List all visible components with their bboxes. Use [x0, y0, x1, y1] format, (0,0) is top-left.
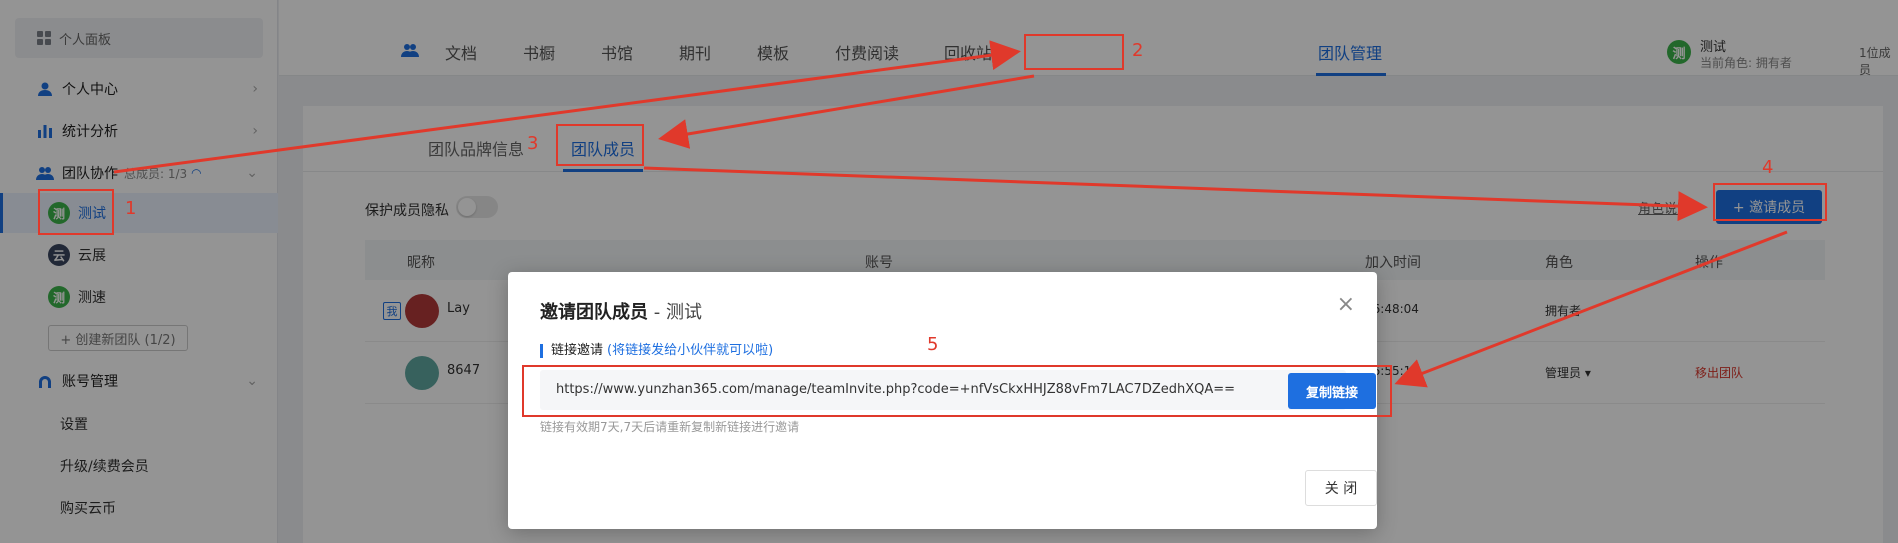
annotation-box-3	[556, 124, 644, 166]
link-invite-label: 链接邀请 (将链接发给小伙伴就可以啦)	[540, 344, 773, 358]
link-hint: (将链接发给小伙伴就可以啦)	[607, 343, 774, 358]
annotation-box-4	[1713, 183, 1827, 221]
annotation-number: 1	[125, 198, 137, 219]
annotation-number: 3	[527, 133, 539, 154]
close-button[interactable]: 关 闭	[1305, 470, 1377, 506]
annotation-box-5	[522, 365, 1392, 417]
annotation-box-2	[1024, 34, 1124, 70]
modal-title: 邀请团队成员 - 测试	[540, 302, 702, 323]
annotation-number: 2	[1132, 40, 1144, 61]
expiry-note: 链接有效期7天,7天后请重新复制新链接进行邀请	[540, 420, 800, 434]
annotation-box-1	[38, 189, 114, 235]
annotation-number: 4	[1762, 157, 1774, 178]
close-icon[interactable]: ×	[1337, 292, 1355, 317]
annotation-number: 5	[927, 334, 939, 355]
modal-team-name: - 测试	[648, 302, 702, 323]
